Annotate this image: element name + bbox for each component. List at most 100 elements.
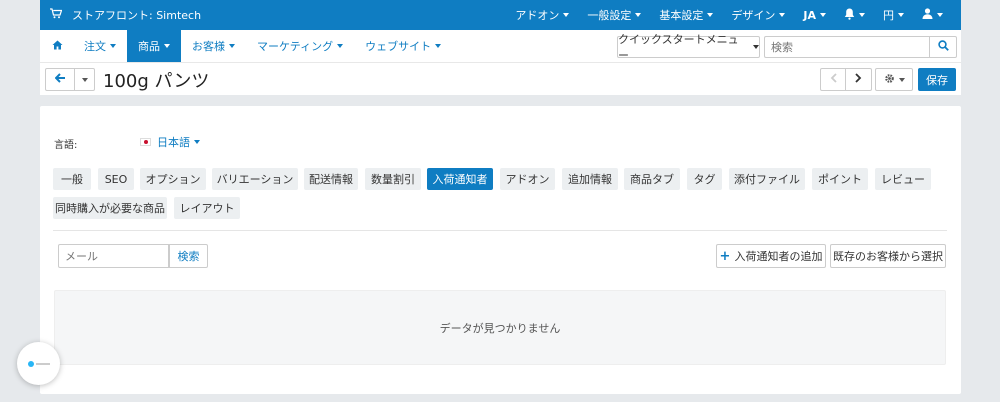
widget-logo-icon: [27, 360, 34, 367]
title-bar: 100g パンツ 保存: [40, 62, 961, 95]
home-link[interactable]: [40, 30, 73, 62]
tab-quantity-discounts[interactable]: 数量割引: [365, 168, 421, 190]
nav-marketing[interactable]: マーケティング: [246, 30, 354, 62]
floating-help-widget[interactable]: [17, 342, 60, 385]
add-subscriber-button[interactable]: + 入荷通知者の追加: [716, 244, 826, 268]
search-icon: [937, 40, 949, 54]
chevron-down-icon: [859, 13, 865, 17]
tab-general[interactable]: 一般: [53, 168, 91, 190]
menu-account[interactable]: [913, 0, 961, 30]
email-filter-input[interactable]: [58, 244, 169, 268]
product-panel: 言語: 日本語 一般 SEO オプション バリエーション 配送情報 数量割引 入…: [40, 106, 961, 394]
menu-general-settings-label: 一般設定: [587, 9, 632, 22]
chevron-down-icon: [707, 13, 714, 17]
chevron-down-icon: [563, 13, 570, 17]
menu-currency[interactable]: 円: [874, 0, 913, 30]
main-nav: 注文 商品 お客様 マーケティング ウェブサイト クイックスタートメニュー: [40, 30, 961, 62]
chevron-down-icon: [229, 44, 235, 48]
language-label: 言語:: [54, 140, 78, 151]
storefront-label: ストアフロント: Simtech: [72, 9, 202, 22]
nav-customers-label: お客様: [192, 40, 225, 53]
product-pager: [820, 68, 872, 91]
tab-attachments[interactable]: 添付ファイル: [729, 168, 805, 190]
chevron-right-icon: [855, 73, 862, 86]
chevron-down-icon: [164, 44, 170, 48]
tab-points[interactable]: ポイント: [812, 168, 868, 190]
tab-seo[interactable]: SEO: [98, 168, 134, 190]
nav-website-label: ウェブサイト: [365, 40, 432, 53]
top-menus: アドオン 一般設定 基本設定 デザイン JA 円: [506, 0, 961, 30]
empty-state: データが見つかりません: [54, 290, 946, 365]
top-bar: ストアフロント: Simtech アドオン 一般設定 基本設定 デザイン JA …: [40, 0, 961, 30]
back-button[interactable]: [45, 68, 75, 91]
tab-required-products[interactable]: 同時購入が必要な商品: [53, 197, 167, 219]
chevron-down-icon: [779, 13, 786, 17]
storefront-link[interactable]: ストアフロント: Simtech: [50, 7, 201, 23]
menu-language[interactable]: JA: [794, 0, 835, 30]
chevron-left-icon: [830, 73, 837, 86]
menu-design-label: デザイン: [731, 9, 776, 22]
settings-dropdown-button[interactable]: [875, 68, 913, 91]
tab-layout[interactable]: レイアウト: [174, 197, 240, 219]
chevron-down-icon: [937, 13, 943, 17]
page-title: 100g パンツ: [103, 71, 210, 92]
nav-orders-label: 注文: [84, 40, 106, 53]
tab-addons[interactable]: アドオン: [500, 168, 555, 190]
plus-icon: +: [719, 248, 731, 264]
tab-variations[interactable]: バリエーション: [212, 168, 298, 190]
nav-customers[interactable]: お客様: [181, 30, 246, 62]
select-existing-customer-button[interactable]: 既存のお客様から選択: [830, 244, 946, 268]
menu-language-label: JA: [803, 8, 816, 22]
menu-design[interactable]: デザイン: [722, 0, 794, 30]
search-input[interactable]: [764, 36, 929, 58]
tab-shipping[interactable]: 配送情報: [304, 168, 358, 190]
tab-product-tabs[interactable]: 商品タブ: [624, 168, 680, 190]
quickstart-menu-button[interactable]: クイックスタートメニュー: [617, 33, 760, 62]
nav-website[interactable]: ウェブサイト: [354, 30, 452, 62]
chevron-down-icon: [435, 44, 442, 48]
japan-flag-icon: [140, 138, 151, 146]
language-value: 日本語: [157, 136, 190, 149]
widget-logo-text-icon: [35, 362, 50, 365]
menu-notifications[interactable]: [835, 0, 874, 30]
menu-basic-settings[interactable]: 基本設定: [650, 0, 722, 30]
chevron-down-icon: [898, 13, 904, 17]
tab-additional-info[interactable]: 追加情報: [562, 168, 618, 190]
chevron-down-icon: [194, 140, 200, 144]
menu-addons[interactable]: アドオン: [506, 0, 578, 30]
chevron-down-icon: [753, 45, 759, 49]
email-search-button[interactable]: 検索: [169, 244, 208, 268]
tab-stock-notifications[interactable]: 入荷通知者: [427, 168, 493, 190]
chevron-down-icon: [337, 44, 344, 48]
quickstart-label: クイックスタートメニュー: [618, 33, 739, 62]
menu-general-settings[interactable]: 一般設定: [578, 0, 650, 30]
back-button-group: [45, 68, 95, 91]
chevron-down-icon: [898, 77, 905, 82]
bell-icon: [844, 8, 855, 23]
menu-currency-label: 円: [883, 9, 894, 22]
nav-marketing-label: マーケティング: [257, 40, 334, 53]
tab-reviews[interactable]: レビュー: [875, 168, 931, 190]
home-icon: [52, 40, 63, 53]
chevron-down-icon: [81, 77, 88, 82]
search-button[interactable]: [929, 36, 957, 58]
tab-options[interactable]: オプション: [140, 168, 206, 190]
tab-tags[interactable]: タグ: [687, 168, 722, 190]
next-product-button[interactable]: [846, 68, 872, 91]
chevron-down-icon: [110, 44, 116, 48]
arrow-left-icon: [54, 73, 66, 86]
gear-icon: [884, 73, 895, 87]
nav-products-label: 商品: [138, 40, 160, 53]
add-subscriber-label: 入荷通知者の追加: [734, 250, 823, 263]
chevron-down-icon: [635, 13, 642, 17]
user-icon: [922, 8, 933, 22]
back-dropdown-button[interactable]: [75, 68, 95, 91]
language-selector[interactable]: 日本語: [140, 134, 200, 150]
divider: [53, 230, 947, 231]
save-button[interactable]: 保存: [918, 68, 956, 91]
prev-product-button[interactable]: [820, 68, 846, 91]
nav-products[interactable]: 商品: [127, 30, 181, 62]
chevron-down-icon: [820, 13, 826, 17]
cart-icon: [50, 8, 63, 22]
nav-orders[interactable]: 注文: [73, 30, 127, 62]
